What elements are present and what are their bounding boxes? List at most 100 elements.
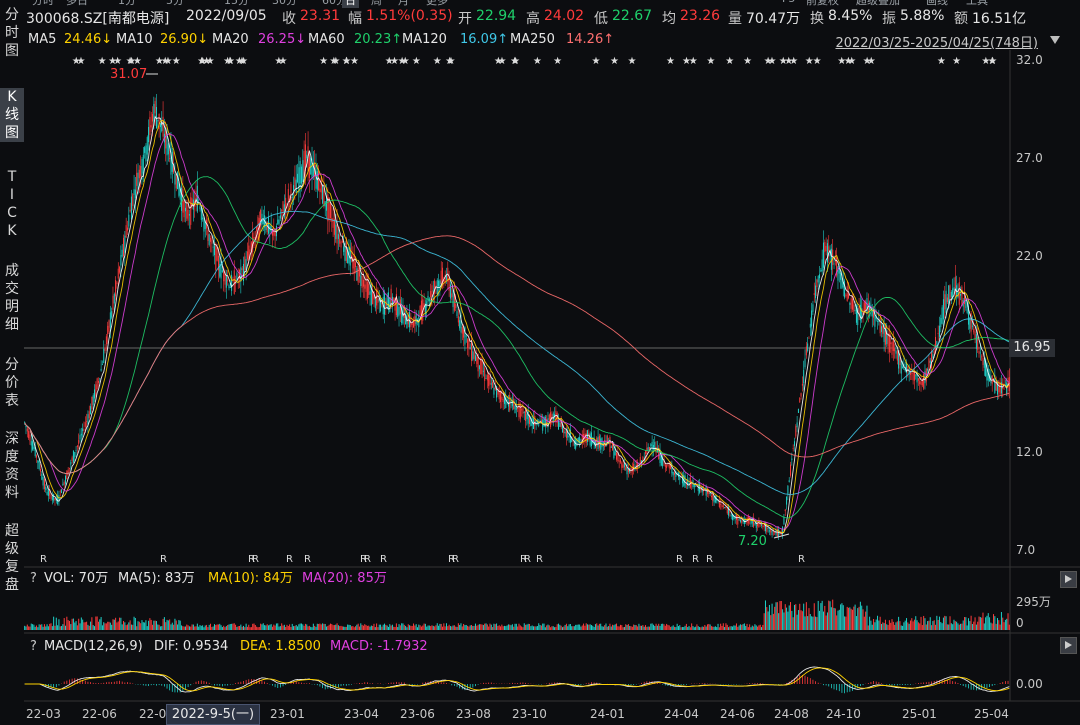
volume-bar xyxy=(355,626,357,630)
volume-bar xyxy=(888,620,890,630)
volume-bar xyxy=(397,627,399,630)
volume-bar xyxy=(560,625,562,630)
vol-panel-expand-button[interactable] xyxy=(1060,571,1077,588)
volume-bar xyxy=(929,617,931,630)
volume-bar xyxy=(912,621,914,630)
volume-bar xyxy=(891,619,893,630)
volume-bar xyxy=(376,623,378,630)
kline-chart[interactable]: 32.027.022.012.07.031.077.20★★ ★★★ ★ ★★ ★★ ★★… xyxy=(24,0,1080,725)
candle-body xyxy=(618,460,620,463)
volume-bar xyxy=(484,623,486,630)
candle-body xyxy=(184,207,186,212)
price-axis-label: 7.0 xyxy=(1016,543,1035,557)
volume-bar xyxy=(104,623,106,630)
volume-bar xyxy=(903,622,905,630)
candle-body xyxy=(949,285,951,300)
candle-body xyxy=(919,381,921,385)
sidebar-item-4[interactable]: 分价表 xyxy=(0,356,24,410)
volume-bar xyxy=(832,599,834,630)
volume-bar xyxy=(921,625,923,630)
volume-bar xyxy=(821,600,823,630)
candle-body xyxy=(902,366,904,369)
volume-bar xyxy=(967,618,969,630)
event-star-icon: ★ xyxy=(329,56,338,67)
volume-bar xyxy=(579,624,581,630)
candle-body xyxy=(834,261,836,263)
candle-body xyxy=(830,248,832,270)
volume-bar xyxy=(873,619,875,630)
candle-body xyxy=(983,360,985,368)
volume-bar xyxy=(529,623,531,630)
candle-body xyxy=(277,219,279,225)
volume-bar xyxy=(204,625,206,630)
candle-body xyxy=(244,256,246,271)
date-axis-label: 24-04 xyxy=(664,707,699,721)
volume-bar xyxy=(360,623,362,630)
volume-bar xyxy=(854,604,856,630)
volume-bar xyxy=(775,602,777,630)
candle-body xyxy=(846,286,848,302)
volume-bar xyxy=(124,622,126,630)
sidebar-item-2[interactable]: TICK xyxy=(0,168,24,240)
sidebar-item-1[interactable]: K线图 xyxy=(0,88,24,142)
candle-body xyxy=(335,224,337,240)
candle-body xyxy=(771,530,773,536)
macd-panel-expand-button[interactable] xyxy=(1060,637,1077,654)
candle-body xyxy=(196,185,198,212)
min-price-label: 7.20 xyxy=(738,534,767,549)
candle-body xyxy=(935,337,937,351)
event-star-icon: ★ xyxy=(350,56,359,67)
candle-body xyxy=(200,208,202,221)
candle-body xyxy=(320,177,322,193)
sidebar-item-3[interactable]: 成交明细 xyxy=(0,262,24,334)
volume-bar xyxy=(132,624,134,630)
volume-bar xyxy=(581,625,583,630)
candle-body xyxy=(542,419,544,431)
volume-bar xyxy=(792,617,794,630)
sidebar-item-6[interactable]: 超级复盘 xyxy=(0,522,24,594)
candle-body xyxy=(427,295,429,302)
candle-body xyxy=(778,529,780,538)
vol-legend-item: VOL: 70万 xyxy=(44,571,108,586)
volume-bar xyxy=(848,607,850,630)
volume-bar xyxy=(219,623,221,630)
candle-body xyxy=(501,396,503,400)
candle-body xyxy=(730,514,732,517)
volume-bar xyxy=(580,626,582,630)
candle-body xyxy=(965,299,967,309)
volume-bar xyxy=(398,624,400,630)
sidebar-item-5[interactable]: 深度资料 xyxy=(0,430,24,502)
volume-bar xyxy=(627,624,629,630)
volume-bar xyxy=(449,626,451,630)
volume-bar xyxy=(322,623,324,630)
volume-bar xyxy=(190,626,192,630)
volume-bar xyxy=(577,624,579,630)
volume-bar xyxy=(312,623,314,630)
volume-bar xyxy=(672,625,674,630)
candle-body xyxy=(86,420,88,422)
candle-body xyxy=(761,525,763,526)
candle-body xyxy=(932,354,934,358)
volume-bar xyxy=(619,624,621,630)
candle-body xyxy=(26,428,28,432)
volume-bar xyxy=(138,621,140,630)
volume-bar xyxy=(998,620,1000,630)
event-star-icon: ★ xyxy=(706,56,715,67)
event-star-icon: ★ xyxy=(433,56,442,67)
volume-bar xyxy=(675,627,677,630)
candle-body xyxy=(162,116,164,137)
volume-bar xyxy=(826,612,828,630)
volume-bar xyxy=(465,624,467,630)
volume-bar xyxy=(173,624,175,630)
volume-bar xyxy=(962,620,964,630)
volume-bar xyxy=(167,620,169,630)
volume-bar xyxy=(323,623,325,630)
candle-body xyxy=(469,347,471,350)
date-axis-label: 25-01 xyxy=(902,707,937,721)
candle-body xyxy=(45,486,47,491)
volume-bar xyxy=(136,626,138,630)
candle-body xyxy=(333,219,335,235)
volume-bar xyxy=(747,627,749,630)
sidebar-item-0[interactable]: 分时图 xyxy=(0,6,24,60)
candle-body xyxy=(432,290,434,292)
